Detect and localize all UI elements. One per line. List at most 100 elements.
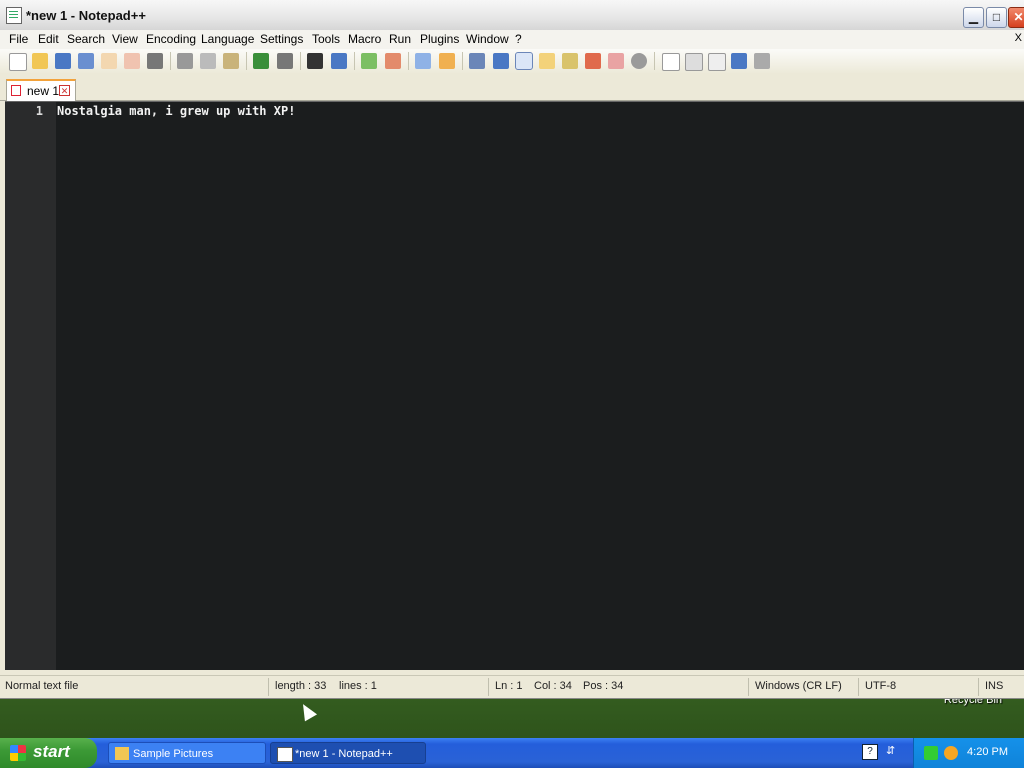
menu-help[interactable]: ? <box>515 32 522 46</box>
menu-macro[interactable]: Macro <box>348 32 381 46</box>
status-divider <box>748 678 749 696</box>
paste-icon[interactable] <box>223 53 239 69</box>
line-number: 1 <box>35 104 43 118</box>
save-icon[interactable] <box>55 53 71 69</box>
save-macro-icon[interactable] <box>754 53 770 69</box>
toolbar-separator <box>170 52 171 70</box>
function-list-icon[interactable] <box>539 53 555 69</box>
indent-guide-icon[interactable] <box>515 52 533 70</box>
restore-taskbar-icon[interactable]: ⇵ <box>886 744 895 757</box>
zoom-in-icon[interactable] <box>361 53 377 69</box>
taskbar-item-notepadpp[interactable]: *new 1 - Notepad++ <box>270 742 426 764</box>
spell-icon[interactable] <box>631 53 647 69</box>
task-label: Sample Pictures <box>133 748 214 760</box>
status-encoding[interactable]: UTF-8 <box>865 680 896 692</box>
sync-vertical-icon[interactable] <box>415 53 431 69</box>
menu-view[interactable]: View <box>112 32 138 46</box>
menu-window[interactable]: Window <box>466 32 509 46</box>
start-label: start <box>33 742 70 761</box>
menu-plugins[interactable]: Plugins <box>420 32 459 46</box>
window-title: *new 1 - Notepad++ <box>26 8 146 23</box>
editor-area[interactable]: 1 Nostalgia man, i grew up with XP! <box>5 101 1024 670</box>
toolbar-separator <box>246 52 247 70</box>
zoom-out-icon[interactable] <box>385 53 401 69</box>
close-button[interactable]: ✕ <box>1008 7 1024 28</box>
monitoring-icon[interactable] <box>608 53 624 69</box>
search-icon[interactable] <box>944 746 958 760</box>
toolbar-separator <box>462 52 463 70</box>
menu-file[interactable]: File <box>9 32 28 46</box>
tab-close-icon[interactable]: ✕ <box>59 85 70 96</box>
start-button[interactable]: start <box>0 738 97 768</box>
tab-new-1[interactable]: new 1 ✕ <box>6 79 76 102</box>
open-file-icon[interactable] <box>32 53 48 69</box>
cut-icon[interactable] <box>177 53 193 69</box>
print-icon[interactable] <box>147 53 163 69</box>
title-bar[interactable]: *new 1 - Notepad++ ▁ □ ✕ <box>0 0 1024 31</box>
replace-icon[interactable] <box>331 53 347 69</box>
doc-map-icon[interactable] <box>562 53 578 69</box>
status-length: length : 33 <box>275 680 327 692</box>
new-file-icon[interactable] <box>9 53 27 71</box>
record-macro-icon[interactable] <box>662 53 680 71</box>
status-divider <box>978 678 979 696</box>
stop-macro-icon[interactable] <box>685 53 703 71</box>
status-mode[interactable]: INS <box>985 680 1003 692</box>
text-line[interactable]: Nostalgia man, i grew up with XP! <box>57 104 295 118</box>
network-icon[interactable] <box>924 746 938 760</box>
notepad-app-icon[interactable] <box>6 7 22 24</box>
undo-icon[interactable] <box>253 53 269 69</box>
toolbar-separator <box>300 52 301 70</box>
status-col: Col : 34 <box>534 680 572 692</box>
clock[interactable]: 4:20 PM <box>967 746 1008 758</box>
all-characters-icon[interactable] <box>493 53 509 69</box>
menu-edit[interactable]: Edit <box>38 32 59 46</box>
notepad-icon <box>277 747 293 762</box>
menu-search[interactable]: Search <box>67 32 105 46</box>
run-macro-multiple-icon[interactable] <box>731 53 747 69</box>
close-document-button[interactable]: X <box>1015 32 1022 44</box>
play-macro-icon[interactable] <box>708 53 726 71</box>
status-file-type: Normal text file <box>5 680 79 692</box>
help-icon[interactable]: ? <box>862 744 878 760</box>
maximize-button[interactable]: □ <box>986 7 1007 28</box>
status-bar: Normal text file length : 33 lines : 1 L… <box>0 675 1024 698</box>
status-lines: lines : 1 <box>339 680 377 692</box>
menu-settings[interactable]: Settings <box>260 32 303 46</box>
status-pos: Pos : 34 <box>583 680 624 692</box>
status-divider <box>858 678 859 696</box>
find-icon[interactable] <box>307 53 323 69</box>
close-all-icon[interactable] <box>124 53 140 69</box>
status-divider <box>488 678 489 696</box>
menu-run[interactable]: Run <box>389 32 411 46</box>
tab-label: new 1 <box>27 84 60 98</box>
close-icon[interactable] <box>101 53 117 69</box>
copy-icon[interactable] <box>200 53 216 69</box>
notepadpp-window: *new 1 - Notepad++ ▁ □ ✕ File Edit Searc… <box>0 0 1024 699</box>
status-ln: Ln : 1 <box>495 680 523 692</box>
windows-logo-icon <box>10 745 26 761</box>
status-eol[interactable]: Windows (CR LF) <box>755 680 842 692</box>
folder-workspace-icon[interactable] <box>585 53 601 69</box>
task-label: *new 1 - Notepad++ <box>295 748 393 760</box>
toolbar-separator <box>408 52 409 70</box>
toolbar-separator <box>354 52 355 70</box>
unsaved-file-icon <box>11 85 21 96</box>
taskbar: start Sample Pictures *new 1 - Notepad++… <box>0 738 1024 768</box>
line-number-gutter: 1 <box>5 102 56 670</box>
toolbar <box>0 49 1024 74</box>
taskbar-item-sample-pictures[interactable]: Sample Pictures <box>108 742 266 764</box>
status-divider <box>268 678 269 696</box>
redo-icon[interactable] <box>277 53 293 69</box>
minimize-button[interactable]: ▁ <box>963 7 984 28</box>
toolbar-separator <box>654 52 655 70</box>
save-all-icon[interactable] <box>78 53 94 69</box>
word-wrap-icon[interactable] <box>469 53 485 69</box>
menu-encoding[interactable]: Encoding <box>146 32 196 46</box>
sync-horizontal-icon[interactable] <box>439 53 455 69</box>
system-tray: 4:20 PM <box>913 738 1024 768</box>
menu-bar: File Edit Search View Encoding Language … <box>0 30 1024 49</box>
menu-language[interactable]: Language <box>201 32 254 46</box>
menu-tools[interactable]: Tools <box>312 32 340 46</box>
tab-bar: new 1 ✕ <box>0 76 1024 102</box>
